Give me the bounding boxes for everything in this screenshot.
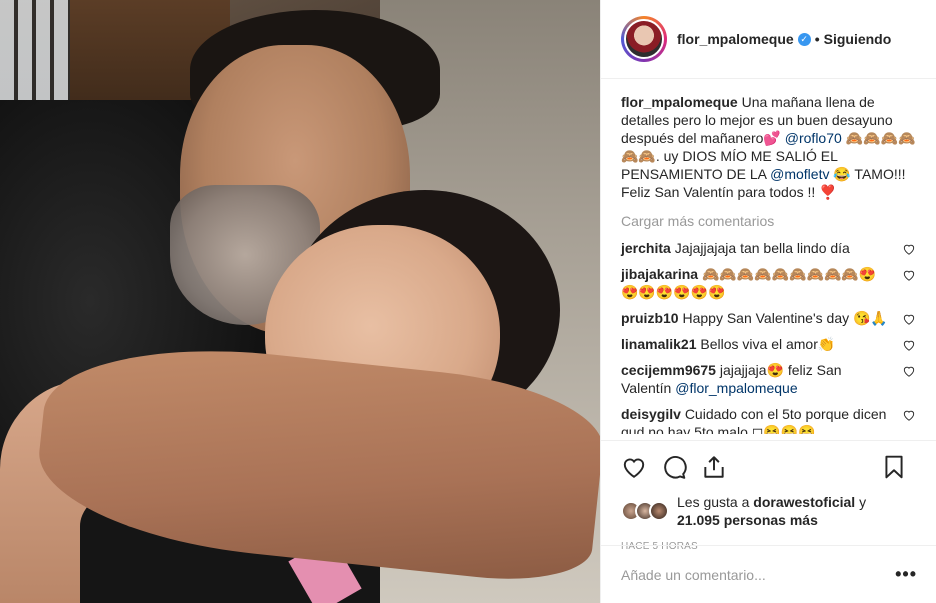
load-more-comments-button[interactable]: Cargar más comentarios: [621, 213, 916, 229]
comment-text: jibajakarina 🙈🙈🙈🙈🙈🙈🙈🙈🙈😍😍😍😍😍😍😍: [621, 265, 891, 301]
caption-mention-mofletv[interactable]: @mofletv: [770, 166, 829, 182]
action-icons-row: [621, 451, 921, 483]
verified-icon: ✓: [797, 32, 811, 46]
comment-icon[interactable]: [661, 454, 687, 480]
caption-username[interactable]: flor_mpalomeque: [621, 94, 738, 110]
instagram-post: flor_mpalomeque ✓ • Siguiendo flor_mpalo…: [0, 0, 936, 603]
likes-prefix: Les gusta a: [677, 494, 754, 510]
avatar[interactable]: [624, 19, 664, 59]
comment-row: jibajakarina 🙈🙈🙈🙈🙈🙈🙈🙈🙈😍😍😍😍😍😍😍: [621, 265, 916, 301]
comment-username[interactable]: deisygilv: [621, 406, 681, 422]
bookmark-icon[interactable]: [881, 454, 907, 480]
photo-background-window: [0, 0, 70, 100]
post-actions: Les gusta a dorawestoficial y 21.095 per…: [601, 440, 936, 552]
small-heart-icon[interactable]: [902, 268, 916, 282]
follow-status-button[interactable]: Siguiendo: [824, 31, 892, 47]
comment-text: pruizb10 Happy San Valentine's day 😘🙏: [621, 309, 891, 327]
header-separator: •: [814, 31, 820, 47]
comment-row: jerchita Jajajjajaja tan bella lindo día: [621, 239, 916, 257]
add-comment-bar: •••: [601, 545, 936, 603]
comment-text: jerchita Jajajjajaja tan bella lindo día: [621, 239, 891, 257]
small-heart-icon[interactable]: [902, 364, 916, 378]
comment-body: Happy San Valentine's day 😘🙏: [682, 310, 888, 326]
comment-text: cecijemm9675 jajajjaja😍 feliz San Valent…: [621, 361, 891, 397]
comment-row: pruizb10 Happy San Valentine's day 😘🙏: [621, 309, 916, 327]
comment-row: cecijemm9675 jajajjaja😍 feliz San Valent…: [621, 361, 916, 397]
likes-user[interactable]: dorawestoficial: [753, 494, 855, 510]
comments-section: flor_mpalomeque Una mañana llena de deta…: [601, 79, 936, 434]
comment-text: deisygilv Cuidado con el 5to porque dice…: [621, 405, 891, 434]
comment-username[interactable]: cecijemm9675: [621, 362, 716, 378]
likes-text: Les gusta a dorawestoficial y 21.095 per…: [677, 493, 866, 529]
heart-icon[interactable]: [621, 454, 647, 480]
caption-mention-roflo70[interactable]: @roflo70: [785, 130, 842, 146]
small-heart-icon[interactable]: [902, 338, 916, 352]
post-sidebar: flor_mpalomeque ✓ • Siguiendo flor_mpalo…: [600, 0, 936, 603]
post-caption: flor_mpalomeque Una mañana llena de deta…: [621, 93, 916, 201]
comment-username[interactable]: pruizb10: [621, 310, 679, 326]
small-heart-icon[interactable]: [902, 242, 916, 256]
header-username[interactable]: flor_mpalomeque: [677, 31, 794, 47]
small-heart-icon[interactable]: [902, 408, 916, 422]
avatar-story-ring[interactable]: [621, 16, 667, 62]
comment-body: Jajajjajaja tan bella lindo día: [674, 240, 850, 256]
likes-summary: Les gusta a dorawestoficial y 21.095 per…: [621, 493, 921, 529]
comment-row: linamalik21 Bellos viva el amor👏: [621, 335, 916, 353]
liker-avatar: [649, 501, 669, 521]
likes-middle: y: [855, 494, 867, 510]
post-photo[interactable]: [0, 0, 600, 603]
comment-username[interactable]: jerchita: [621, 240, 671, 256]
comment-body: Bellos viva el amor👏: [700, 336, 836, 352]
liker-avatars[interactable]: [621, 501, 669, 521]
more-options-icon[interactable]: •••: [895, 564, 917, 585]
comment-text: linamalik21 Bellos viva el amor👏: [621, 335, 891, 353]
comment-mention[interactable]: @flor_mpalomeque: [675, 380, 797, 396]
share-icon[interactable]: [701, 454, 727, 480]
comment-row: deisygilv Cuidado con el 5to porque dice…: [621, 405, 916, 434]
post-header: flor_mpalomeque ✓ • Siguiendo: [601, 0, 936, 79]
small-heart-icon[interactable]: [902, 312, 916, 326]
comment-username[interactable]: jibajakarina: [621, 266, 698, 282]
likes-count-button[interactable]: 21.095 personas más: [677, 512, 818, 528]
add-comment-input[interactable]: [621, 566, 896, 583]
comment-username[interactable]: linamalik21: [621, 336, 697, 352]
